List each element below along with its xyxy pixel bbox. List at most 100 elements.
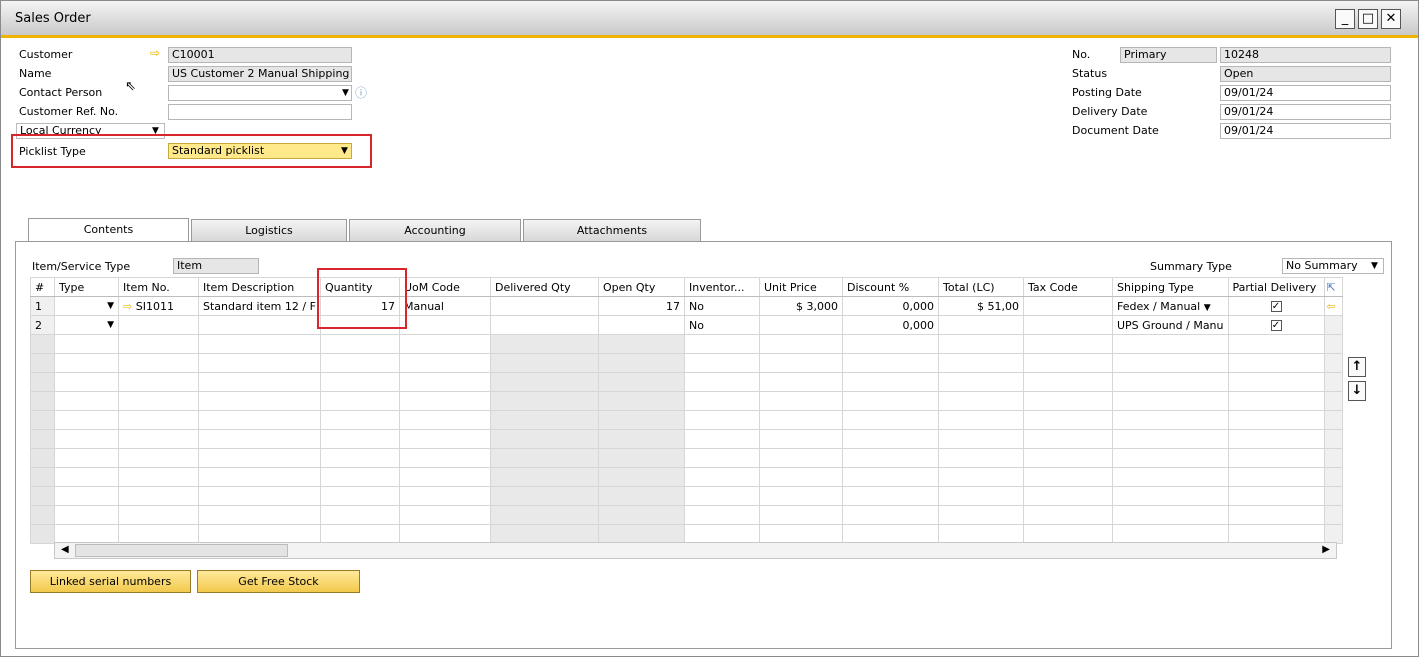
total-cell[interactable]: $ 51,00 xyxy=(938,296,1024,316)
tax-code-cell[interactable] xyxy=(1023,296,1113,316)
delivery-date-field[interactable]: 09/01/24 xyxy=(1220,104,1391,120)
series-select[interactable]: Primary xyxy=(1120,47,1217,63)
doc-no-field[interactable]: 10248 xyxy=(1220,47,1391,63)
contact-person-select[interactable] xyxy=(168,85,352,101)
scroll-left-icon[interactable]: ◀ xyxy=(61,544,69,555)
total-cell[interactable] xyxy=(938,315,1024,335)
chevron-down-icon[interactable]: ▼ xyxy=(1204,303,1211,313)
empty-cell xyxy=(118,372,199,392)
col-header-uom-code[interactable]: UoM Code xyxy=(399,277,491,297)
col-header-unit-price[interactable]: Unit Price xyxy=(759,277,843,297)
item-description-cell[interactable] xyxy=(198,315,321,335)
empty-cell xyxy=(490,486,599,506)
col-header-total[interactable]: Total (LC) xyxy=(938,277,1024,297)
empty-cell xyxy=(490,410,599,430)
unit-price-cell[interactable]: $ 3,000 xyxy=(759,296,843,316)
type-cell[interactable]: ▼ xyxy=(54,315,119,335)
uom-code-cell[interactable]: Manual xyxy=(399,296,491,316)
item-no-cell[interactable] xyxy=(118,315,199,335)
empty-cell xyxy=(198,353,321,373)
title-bar[interactable]: Sales Order _ □ ✕ xyxy=(1,1,1418,38)
empty-cell xyxy=(1112,353,1229,373)
close-button[interactable]: ✕ xyxy=(1381,9,1401,29)
tab-accounting[interactable]: Accounting xyxy=(349,219,521,241)
horizontal-scrollbar[interactable]: ◀ ▶ xyxy=(54,542,1337,559)
empty-cell xyxy=(759,391,843,411)
col-header-delivered-qty[interactable]: Delivered Qty xyxy=(490,277,599,297)
posting-date-field[interactable]: 09/01/24 xyxy=(1220,85,1391,101)
uom-code-cell[interactable] xyxy=(399,315,491,335)
chevron-down-icon[interactable]: ▼ xyxy=(1371,261,1378,271)
linked-serial-numbers-button[interactable]: Linked serial numbers xyxy=(30,570,191,593)
summary-type-select[interactable]: No Summary xyxy=(1282,258,1384,274)
get-free-stock-button[interactable]: Get Free Stock xyxy=(197,570,360,593)
empty-row xyxy=(30,429,1343,449)
link-arrow-icon[interactable]: ⇦ xyxy=(1323,296,1343,316)
empty-cell xyxy=(320,467,400,487)
col-header-num[interactable]: # xyxy=(30,277,55,297)
empty-cell xyxy=(684,391,760,411)
move-row-down-icon[interactable]: ↓ xyxy=(1348,381,1366,401)
col-header-open-qty[interactable]: Open Qty xyxy=(598,277,685,297)
empty-cell xyxy=(1112,505,1229,525)
empty-cell xyxy=(54,429,119,449)
maximize-button[interactable]: □ xyxy=(1358,9,1378,29)
move-row-up-icon[interactable]: ↑ xyxy=(1348,357,1366,377)
vertical-scrollbar[interactable] xyxy=(1323,315,1343,335)
customer-ref-field[interactable] xyxy=(168,104,352,120)
unit-price-cell[interactable] xyxy=(759,315,843,335)
tab-logistics[interactable]: Logistics xyxy=(191,219,347,241)
empty-cell xyxy=(399,486,491,506)
link-arrow-icon[interactable]: ⇨ xyxy=(150,46,160,60)
empty-cell xyxy=(842,505,939,525)
col-header-inventory[interactable]: Inventor... xyxy=(684,277,760,297)
chevron-down-icon[interactable]: ▼ xyxy=(342,88,349,98)
col-header-tax-code[interactable]: Tax Code xyxy=(1023,277,1113,297)
inventory-cell[interactable]: No xyxy=(684,296,760,316)
shipping-type-cell[interactable]: Fedex / Manual ▼ xyxy=(1112,296,1229,316)
minimize-button[interactable]: _ xyxy=(1335,9,1355,29)
empty-cell xyxy=(759,353,843,373)
customer-field[interactable]: C10001 xyxy=(168,47,352,63)
customer-label: Customer xyxy=(19,48,73,61)
type-cell[interactable]: ▼ xyxy=(54,296,119,316)
col-header-shipping-type[interactable]: Shipping Type xyxy=(1112,277,1229,297)
col-header-item-description[interactable]: Item Description xyxy=(198,277,321,297)
partial-delivery-checkbox[interactable]: ✓ xyxy=(1270,320,1282,331)
inventory-cell[interactable]: No xyxy=(684,315,760,335)
partial-delivery-checkbox[interactable]: ✓ xyxy=(1270,301,1282,312)
table-row[interactable]: 2 ▼ No 0,000 UPS Ground / Manu ✓ xyxy=(30,315,1343,335)
name-field[interactable]: US Customer 2 Manual Shipping xyxy=(168,66,352,82)
info-icon[interactable]: ⓘ xyxy=(355,84,367,101)
discount-cell[interactable]: 0,000 xyxy=(842,296,939,316)
scrollbar-thumb[interactable] xyxy=(75,544,288,557)
empty-cell xyxy=(1323,353,1343,373)
empty-cell xyxy=(490,429,599,449)
col-header-discount[interactable]: Discount % xyxy=(842,277,939,297)
empty-cell xyxy=(842,334,939,354)
col-header-partial-delivery[interactable]: Partial Delivery xyxy=(1227,277,1325,297)
picklist-type-select[interactable]: Standard picklist xyxy=(168,143,352,159)
link-arrow-icon[interactable]: ⇨ xyxy=(123,300,132,313)
empty-cell xyxy=(759,372,843,392)
shipping-type-cell[interactable]: UPS Ground / Manu xyxy=(1112,315,1229,335)
tab-attachments[interactable]: Attachments xyxy=(523,219,701,241)
col-header-type[interactable]: Type xyxy=(54,277,119,297)
empty-cell xyxy=(842,391,939,411)
discount-cell[interactable]: 0,000 xyxy=(842,315,939,335)
chevron-down-icon[interactable]: ▼ xyxy=(341,146,348,156)
empty-cell xyxy=(684,353,760,373)
table-row[interactable]: 1 ▼ ⇨ SI1011 Standard item 12 / F 17 Man… xyxy=(30,296,1343,316)
tab-contents[interactable]: Contents xyxy=(28,218,189,242)
tax-code-cell[interactable] xyxy=(1023,315,1113,335)
expand-icon[interactable]: ⇱ xyxy=(1323,277,1343,297)
scroll-right-icon[interactable]: ▶ xyxy=(1322,544,1330,555)
item-no-cell[interactable]: ⇨ SI1011 xyxy=(118,296,199,316)
partial-delivery-cell[interactable]: ✓ xyxy=(1227,315,1325,335)
item-description-cell[interactable]: Standard item 12 / F xyxy=(198,296,321,316)
item-type-select[interactable]: Item xyxy=(173,258,259,274)
col-header-item-no[interactable]: Item No. xyxy=(118,277,199,297)
document-date-field[interactable]: 09/01/24 xyxy=(1220,123,1391,139)
partial-delivery-cell[interactable]: ✓ xyxy=(1227,296,1325,316)
empty-cell xyxy=(320,353,400,373)
